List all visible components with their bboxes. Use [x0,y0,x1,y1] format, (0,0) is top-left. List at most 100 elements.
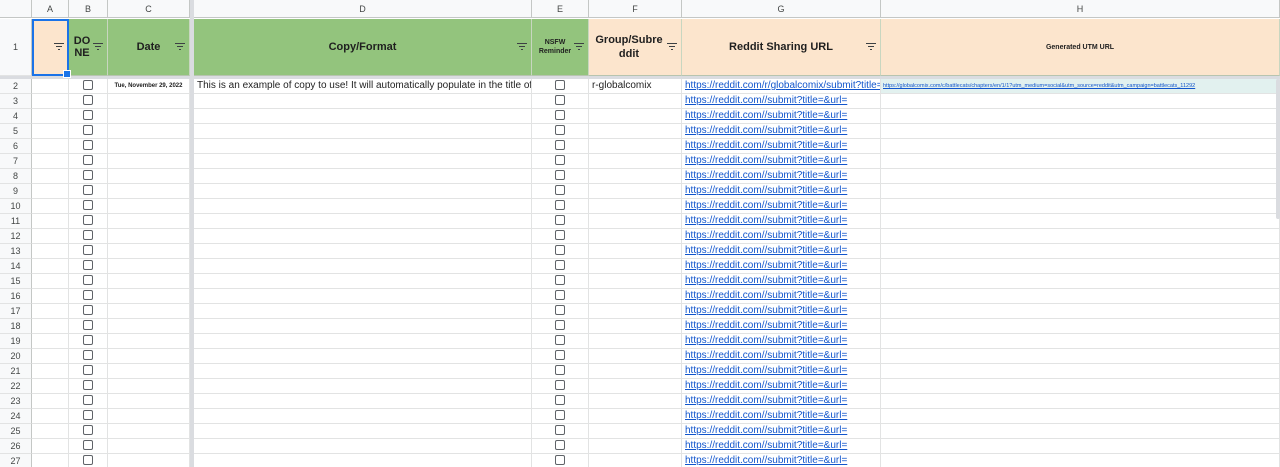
group-cell[interactable] [589,169,682,184]
reddit-url-cell[interactable]: https://reddit.com//submit?title=&url= [682,409,881,424]
copy-cell[interactable] [194,274,532,289]
done-cell[interactable] [69,229,108,244]
done-cell[interactable] [69,184,108,199]
group-cell[interactable] [589,154,682,169]
date-cell[interactable] [108,169,190,184]
cell-a[interactable] [32,274,69,289]
copy-cell[interactable] [194,184,532,199]
utm-url-cell[interactable] [881,139,1280,154]
row-number[interactable]: 18 [0,319,32,334]
utm-url-cell[interactable] [881,169,1280,184]
nsfw-cell[interactable] [532,289,589,304]
row-number[interactable]: 3 [0,94,32,109]
group-cell[interactable] [589,439,682,454]
nsfw-checkbox[interactable] [555,305,565,315]
done-cell[interactable] [69,79,108,94]
nsfw-cell[interactable] [532,79,589,94]
nsfw-checkbox[interactable] [555,455,565,465]
done-checkbox[interactable] [83,110,93,120]
reddit-url-cell[interactable]: https://reddit.com//submit?title=&url= [682,199,881,214]
column-header-d[interactable]: D [194,0,532,18]
done-checkbox[interactable] [83,215,93,225]
reddit-url-link[interactable]: https://reddit.com//submit?title=&url= [685,170,847,181]
done-cell[interactable] [69,439,108,454]
reddit-url-link[interactable]: https://reddit.com//submit?title=&url= [685,305,847,316]
date-cell[interactable] [108,394,190,409]
done-cell[interactable] [69,154,108,169]
date-cell[interactable]: Tue, November 29, 2022 [108,79,190,94]
done-checkbox[interactable] [83,155,93,165]
nsfw-cell[interactable] [532,304,589,319]
done-cell[interactable] [69,289,108,304]
nsfw-checkbox[interactable] [555,230,565,240]
row-number[interactable]: 15 [0,274,32,289]
row-number[interactable]: 16 [0,289,32,304]
cell-a[interactable] [32,109,69,124]
row-number[interactable]: 11 [0,214,32,229]
column-header-g[interactable]: G [682,0,881,18]
nsfw-checkbox[interactable] [555,95,565,105]
nsfw-checkbox[interactable] [555,155,565,165]
utm-url-cell[interactable] [881,289,1280,304]
reddit-url-cell[interactable]: https://reddit.com//submit?title=&url= [682,229,881,244]
date-cell[interactable] [108,229,190,244]
header-cell-group[interactable]: Group/Subreddit [589,19,682,76]
cell-a[interactable] [32,184,69,199]
nsfw-cell[interactable] [532,409,589,424]
row-number[interactable]: 8 [0,169,32,184]
copy-cell[interactable] [194,139,532,154]
column-header-c[interactable]: C [108,0,190,18]
group-cell[interactable] [589,319,682,334]
done-cell[interactable] [69,424,108,439]
done-cell[interactable] [69,394,108,409]
done-checkbox[interactable] [83,425,93,435]
filter-icon[interactable] [175,43,185,51]
cell-a[interactable] [32,259,69,274]
filter-icon[interactable] [54,43,64,51]
copy-cell[interactable] [194,259,532,274]
row-number[interactable]: 20 [0,349,32,364]
group-cell[interactable] [589,364,682,379]
group-cell[interactable] [589,394,682,409]
done-checkbox[interactable] [83,170,93,180]
cell-a[interactable] [32,304,69,319]
cell-a[interactable] [32,289,69,304]
group-cell[interactable] [589,304,682,319]
copy-cell[interactable] [194,289,532,304]
row-number[interactable]: 26 [0,439,32,454]
nsfw-checkbox[interactable] [555,245,565,255]
date-cell[interactable] [108,154,190,169]
reddit-url-link[interactable]: https://reddit.com//submit?title=&url= [685,230,847,241]
nsfw-checkbox[interactable] [555,125,565,135]
done-checkbox[interactable] [83,80,93,90]
frozen-column-divider[interactable] [190,0,194,467]
date-cell[interactable] [108,334,190,349]
utm-url-cell[interactable] [881,94,1280,109]
header-cell-nsfw[interactable]: NSFW Reminder [532,19,589,76]
reddit-url-link[interactable]: https://reddit.com//submit?title=&url= [685,125,847,136]
filter-icon[interactable] [517,43,527,51]
reddit-url-cell[interactable]: https://reddit.com//submit?title=&url= [682,289,881,304]
reddit-url-cell[interactable]: https://reddit.com//submit?title=&url= [682,169,881,184]
nsfw-checkbox[interactable] [555,290,565,300]
row-number[interactable]: 4 [0,109,32,124]
reddit-url-cell[interactable]: https://reddit.com//submit?title=&url= [682,454,881,467]
done-checkbox[interactable] [83,140,93,150]
nsfw-cell[interactable] [532,169,589,184]
cell-a[interactable] [32,229,69,244]
copy-cell[interactable] [194,379,532,394]
reddit-url-link[interactable]: https://reddit.com//submit?title=&url= [685,410,847,421]
done-cell[interactable] [69,259,108,274]
reddit-url-cell[interactable]: https://reddit.com//submit?title=&url= [682,139,881,154]
reddit-url-link[interactable]: https://reddit.com//submit?title=&url= [685,320,847,331]
date-cell[interactable] [108,124,190,139]
date-cell[interactable] [108,289,190,304]
reddit-url-link[interactable]: https://reddit.com//submit?title=&url= [685,110,847,121]
copy-cell[interactable] [194,409,532,424]
reddit-url-cell[interactable]: https://reddit.com//submit?title=&url= [682,304,881,319]
reddit-url-cell[interactable]: https://reddit.com//submit?title=&url= [682,379,881,394]
date-cell[interactable] [108,439,190,454]
filter-icon[interactable] [667,43,677,51]
utm-url-cell[interactable] [881,109,1280,124]
cell-a[interactable] [32,454,69,467]
